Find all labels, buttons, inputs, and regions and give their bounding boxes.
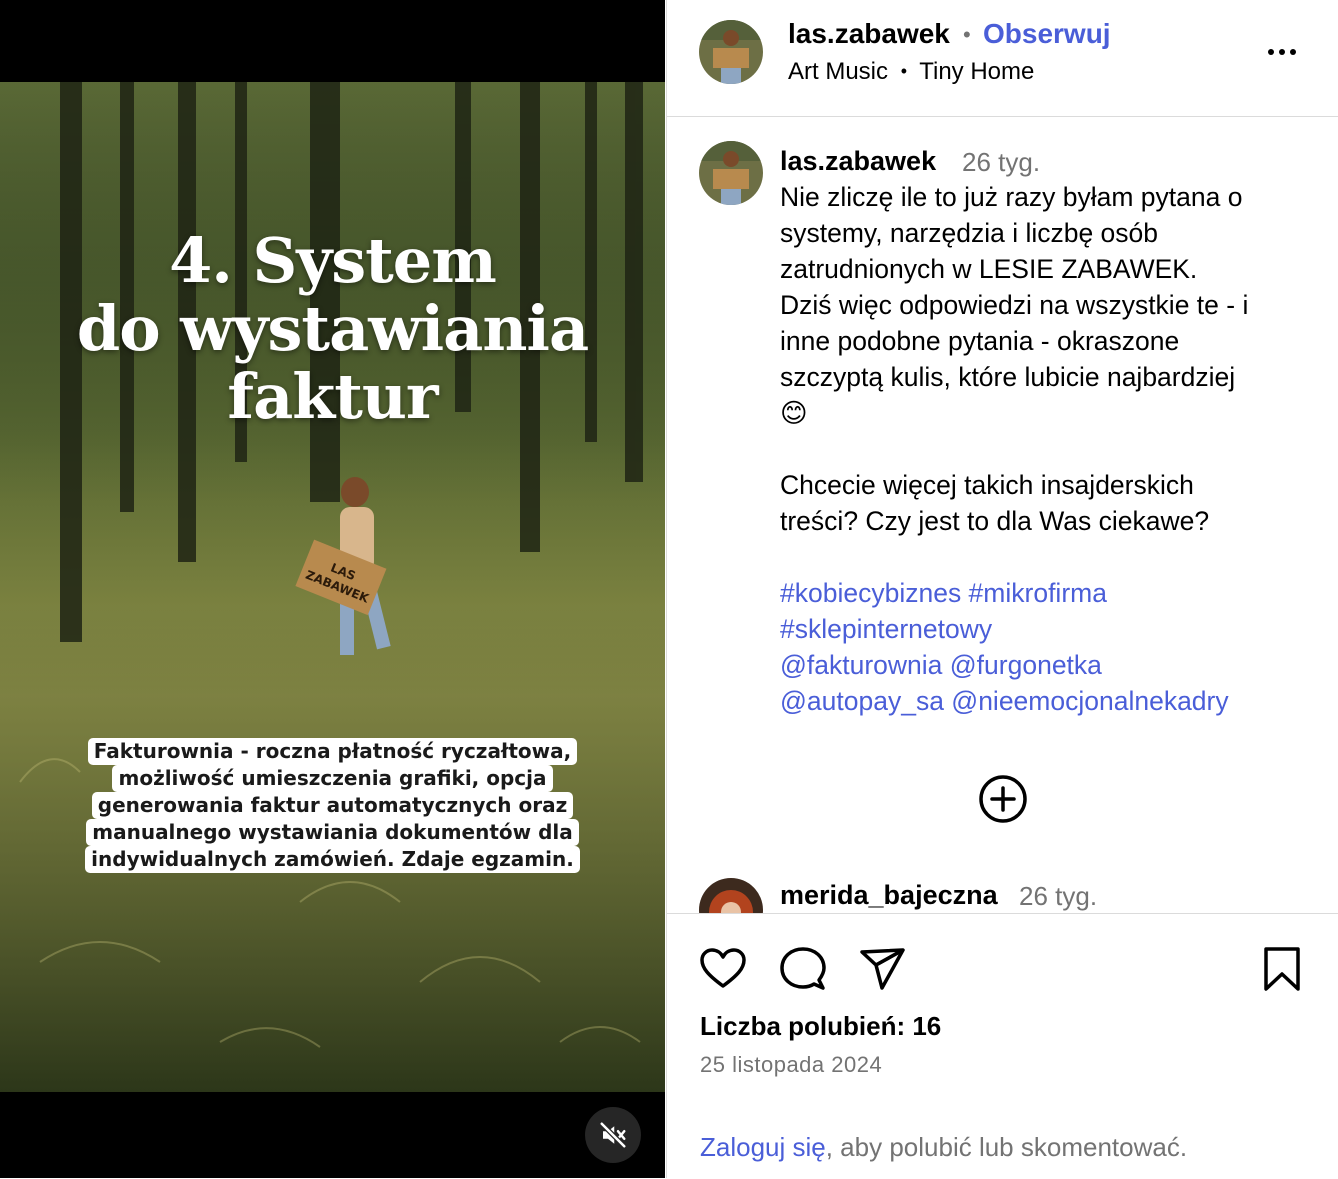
caption-text-line: szczyptą kulis, które lubicie najbardzie… bbox=[780, 362, 1236, 392]
post-actions: Liczba polubień: 16 25 listopada 2024 Za… bbox=[667, 913, 1338, 1179]
heart-icon bbox=[700, 948, 746, 988]
audio-label: Art Music bbox=[788, 58, 889, 85]
mute-button[interactable] bbox=[585, 1107, 641, 1163]
bookmark-icon bbox=[1264, 947, 1300, 991]
audio-separator: • bbox=[900, 61, 907, 81]
comment-button[interactable] bbox=[778, 944, 828, 994]
post-photo[interactable]: LAS ZABAWEK 4. System do wystawiania fak… bbox=[0, 82, 665, 1092]
headline-line: 4. System bbox=[169, 224, 497, 297]
follow-button[interactable]: Obserwuj bbox=[983, 18, 1111, 50]
comments-section[interactable]: las.zabawek 26 tyg. Nie zliczę ile to ju… bbox=[667, 117, 1338, 913]
header-username[interactable]: las.zabawek bbox=[788, 18, 950, 50]
comment-username[interactable]: las.zabawek bbox=[780, 146, 936, 177]
login-link[interactable]: Zaloguj się bbox=[700, 1132, 826, 1162]
plus-circle-icon bbox=[979, 775, 1027, 823]
avatar[interactable] bbox=[699, 878, 763, 913]
post-media[interactable]: LAS ZABAWEK 4. System do wystawiania fak… bbox=[0, 0, 665, 1178]
caption-text-line: Dziś więc odpowiedzi na wszystkie te - i bbox=[780, 290, 1249, 320]
login-prompt-text: , aby polubić lub skomentować. bbox=[825, 1132, 1188, 1162]
load-more-comments-button[interactable] bbox=[978, 774, 1028, 824]
comment-icon bbox=[780, 947, 826, 990]
caption-text-line: Chcecie więcej takich insajderskich bbox=[780, 470, 1194, 500]
caption-line: możliwość umieszczenia grafiki, opcja bbox=[112, 765, 553, 792]
mute-icon bbox=[599, 1121, 627, 1149]
caption-text-line: treści? Czy jest to dla Was ciekawe? bbox=[780, 506, 1210, 536]
caption-text-line: systemy, narzędzia i liczbę osób bbox=[780, 218, 1159, 248]
caption-line: generowania faktur automatycznych oraz bbox=[91, 792, 574, 819]
post-date[interactable]: 25 listopada 2024 bbox=[700, 1052, 882, 1078]
avatar-image bbox=[699, 141, 763, 205]
post-header: las.zabawek • Obserwuj Art Music • Tiny … bbox=[667, 0, 1338, 117]
hashtag-line[interactable]: #kobiecybiznes #mikrofirma bbox=[780, 575, 1310, 611]
media-caption: Fakturownia - roczna płatność ryczałtowa… bbox=[0, 738, 665, 873]
header-separator: • bbox=[963, 22, 971, 47]
caption-text-line: inne podobne pytania - okraszone bbox=[780, 326, 1180, 356]
more-options-button[interactable] bbox=[1265, 38, 1305, 66]
avatar-image bbox=[699, 878, 763, 913]
caption-emoji: 😊 bbox=[780, 398, 808, 428]
likes-count[interactable]: Liczba polubień: 16 bbox=[700, 1011, 941, 1042]
caption-text-line: zatrudnionych w LESIE ZABAWEK. bbox=[780, 254, 1198, 284]
save-button[interactable] bbox=[1257, 944, 1307, 994]
share-button[interactable] bbox=[858, 944, 908, 994]
caption-line: Fakturownia - roczna płatność ryczałtowa… bbox=[87, 738, 578, 765]
mention-line[interactable]: @fakturownia @furgonetka bbox=[780, 647, 1310, 683]
headline-line: do wystawiania bbox=[76, 292, 589, 365]
hashtag-line[interactable]: #sklepinternetowy bbox=[780, 611, 1310, 647]
post-caption-text: Nie zliczę ile to już razy byłam pytana … bbox=[780, 179, 1310, 719]
media-headline: 4. System do wystawiania faktur bbox=[0, 227, 665, 431]
headline-line: faktur bbox=[227, 360, 438, 433]
like-button[interactable] bbox=[698, 944, 748, 994]
audio-track: Tiny Home bbox=[919, 58, 1035, 85]
post-side-panel: las.zabawek • Obserwuj Art Music • Tiny … bbox=[666, 0, 1338, 1178]
audio-info[interactable]: Art Music • Tiny Home bbox=[788, 58, 1034, 86]
caption-line: manualnego wystawiania dokumentów dla bbox=[86, 819, 579, 846]
avatar[interactable] bbox=[699, 141, 763, 205]
comment-time[interactable]: 26 tyg. bbox=[1019, 881, 1097, 912]
caption-text-line: Nie zliczę ile to już razy byłam pytana … bbox=[780, 182, 1243, 212]
avatar-image bbox=[699, 20, 763, 84]
more-icon bbox=[1268, 49, 1296, 55]
caption-line: indywidualnych zamówień. Zdaje egzamin. bbox=[85, 846, 580, 873]
share-icon bbox=[860, 948, 905, 990]
login-prompt: Zaloguj się, aby polubić lub skomentować… bbox=[700, 1132, 1187, 1163]
comment-username[interactable]: merida_bajeczna bbox=[780, 880, 998, 911]
avatar[interactable] bbox=[699, 20, 763, 84]
mention-line[interactable]: @autopay_sa @nieemocjonalnekadry bbox=[780, 683, 1310, 719]
comment-time[interactable]: 26 tyg. bbox=[962, 147, 1040, 178]
